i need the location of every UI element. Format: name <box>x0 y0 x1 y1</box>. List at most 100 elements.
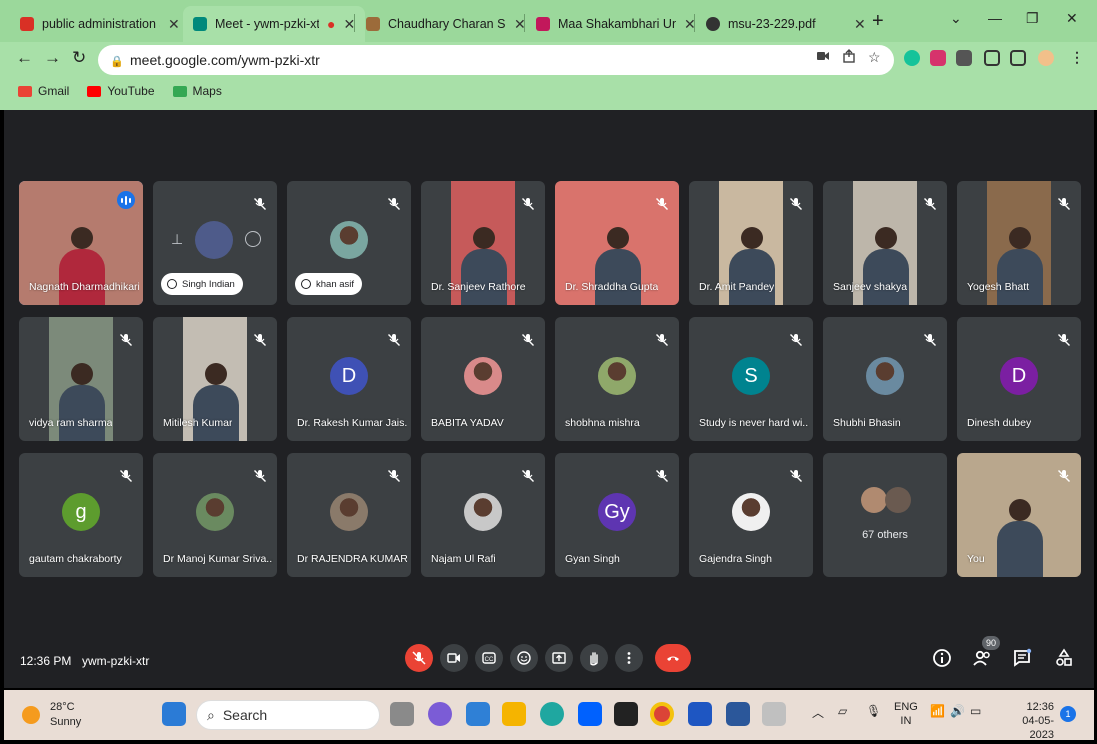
chat-icon[interactable] <box>1012 648 1032 668</box>
participant-tile-najam-ul-rafi[interactable]: Najam Ul Rafi <box>421 453 545 577</box>
sidepanel-icon[interactable] <box>1010 50 1026 66</box>
gmail-icon <box>18 85 32 97</box>
participant-tile-study-is-never-hard-wi[interactable]: S Study is never hard wi... <box>689 317 813 441</box>
wifi-icon[interactable]: 📶 <box>930 704 945 718</box>
tab-label: Chaudhary Charan Singh <box>388 17 506 31</box>
app-icon[interactable] <box>614 702 638 726</box>
file-explorer-icon[interactable] <box>502 702 526 726</box>
activities-icon[interactable] <box>1054 648 1074 668</box>
participant-tile-dr-amit-pandey[interactable]: Dr. Amit Pandey <box>689 181 813 305</box>
captions-button[interactable]: CC <box>475 644 503 672</box>
mic-off-icon[interactable] <box>195 221 233 259</box>
more-options-button[interactable] <box>615 644 643 672</box>
volume-icon[interactable]: 🔊 <box>950 704 965 718</box>
task-view-icon[interactable] <box>390 702 414 726</box>
mail-icon[interactable] <box>466 702 490 726</box>
participant-tile-dr-sanjeev-rathore[interactable]: Dr. Sanjeev Rathore <box>421 181 545 305</box>
people-icon[interactable] <box>972 648 992 668</box>
participant-tile-vidya-ram-sharma[interactable]: vidya ram sharma <box>19 317 143 441</box>
network-off-icon[interactable]: ▱ <box>838 704 847 718</box>
tab-pdf[interactable]: msu-23-229.pdf ✕ <box>696 6 876 42</box>
minimize-button[interactable]: — <box>988 10 1002 26</box>
participant-tile-dr-rakesh-kumar-jais[interactable]: D Dr. Rakesh Kumar Jais... <box>287 317 411 441</box>
bookmark-gmail[interactable]: Gmail <box>18 84 69 98</box>
microphone-icon[interactable]: 🎙 <box>866 704 881 718</box>
language-indicator[interactable]: ENG IN <box>894 700 918 728</box>
puzzle-icon[interactable] <box>956 50 972 66</box>
info-icon[interactable] <box>932 648 952 668</box>
participant-tile-khan-asif[interactable]: khan asif <box>287 181 411 305</box>
tab-public-administration[interactable]: public administration as a ✕ <box>10 6 190 42</box>
close-icon[interactable]: ✕ <box>168 16 180 33</box>
snipping-tool-icon[interactable] <box>762 702 786 726</box>
participant-tile-gajendra-singh[interactable]: Gajendra Singh <box>689 453 813 577</box>
tab-search-icon[interactable]: ⌄ <box>950 10 962 27</box>
present-button[interactable] <box>545 644 573 672</box>
leave-call-button[interactable] <box>655 644 691 672</box>
bookmark-youtube[interactable]: YouTube <box>87 84 155 98</box>
app-w-icon[interactable] <box>688 702 712 726</box>
close-icon[interactable]: ✕ <box>854 16 866 33</box>
bookmark-maps[interactable]: Maps <box>172 84 222 98</box>
reload-icon[interactable]: ↻ <box>72 48 86 68</box>
weather-widget[interactable]: 28°C Sunny <box>22 700 81 730</box>
participant-tile-dr-manoj-kumar-sriva[interactable]: Dr Manoj Kumar Sriva... <box>153 453 277 577</box>
participant-tile-dinesh-dubey[interactable]: D Dinesh dubey <box>957 317 1081 441</box>
close-window-button[interactable]: ✕ <box>1066 10 1078 27</box>
emoji-button[interactable] <box>510 644 538 672</box>
participant-tile-yogesh-bhatt[interactable]: Yogesh Bhatt <box>957 181 1081 305</box>
university-icon <box>366 17 380 31</box>
muted-icon <box>655 333 669 347</box>
mic-off-button[interactable] <box>405 644 433 672</box>
tab-chaudhary-charan-singh[interactable]: Chaudhary Charan Singh ✕ <box>356 6 536 42</box>
muted-icon <box>521 197 535 211</box>
remove-icon[interactable] <box>245 231 261 247</box>
participant-tile-sanjeev-shakya[interactable]: Sanjeev shakya <box>823 181 947 305</box>
notification-badge[interactable]: 1 <box>1060 706 1076 722</box>
participant-tile-gyan-singh[interactable]: Gy Gyan Singh <box>555 453 679 577</box>
grammarly-icon[interactable] <box>904 50 920 66</box>
participant-tile-shubhi-bhasin[interactable]: Shubhi Bhasin <box>823 317 947 441</box>
forward-icon[interactable]: → <box>44 48 61 68</box>
menu-icon[interactable]: ⋮ <box>1070 49 1084 66</box>
participant-tile-you[interactable]: You <box>957 453 1081 577</box>
participant-tile-gautam-chakraborty[interactable]: g gautam chakraborty <box>19 453 143 577</box>
extension-icon[interactable] <box>930 50 946 66</box>
tab-maa-shakambhari[interactable]: Maa Shakambhari Univer ✕ <box>526 6 706 42</box>
address-bar[interactable]: 🔒 meet.google.com/ywm-pzki-xtr <box>98 45 894 75</box>
participant-tile-dr-shraddha-gupta[interactable]: Dr. Shraddha Gupta <box>555 181 679 305</box>
muted-icon <box>253 333 267 347</box>
windows-start-icon[interactable] <box>162 702 186 726</box>
participant-tile-singh-indian[interactable]: ⊥ Singh Indian <box>153 181 277 305</box>
participant-tile-dr-rajendra-kumar[interactable]: Dr RAJENDRA KUMAR <box>287 453 411 577</box>
participant-tile-67-others[interactable]: 67 others <box>823 453 947 577</box>
share-icon[interactable] <box>842 49 856 63</box>
camera-icon[interactable] <box>816 49 830 63</box>
restore-button[interactable]: ❐ <box>1026 10 1039 27</box>
person-silhouette <box>875 227 897 249</box>
raise-hand-button[interactable] <box>580 644 608 672</box>
download-icon[interactable] <box>984 50 1000 66</box>
profile-avatar[interactable] <box>1038 50 1054 66</box>
chrome-icon[interactable] <box>650 702 674 726</box>
participant-tile-babita-yadav[interactable]: BABITA YADAV <box>421 317 545 441</box>
word-icon[interactable] <box>726 702 750 726</box>
bookmark-star-icon[interactable]: ☆ <box>868 49 881 66</box>
sun-icon <box>22 706 40 724</box>
edge-icon[interactable] <box>540 702 564 726</box>
participant-tile-shobhna-mishra[interactable]: shobhna mishra <box>555 317 679 441</box>
back-icon[interactable]: ← <box>16 48 33 68</box>
dropbox-icon[interactable] <box>578 702 602 726</box>
battery-icon[interactable]: ▭ <box>970 704 981 718</box>
tab-label: Meet - ywm-pzki-xtr <box>215 17 319 31</box>
tab-meet[interactable]: Meet - ywm-pzki-xtr ● ✕ <box>183 6 366 42</box>
taskbar-search[interactable]: ⌕ Search <box>196 700 380 730</box>
pin-icon[interactable]: ⊥ <box>171 231 183 248</box>
system-clock[interactable]: 12:36 04-05-2023 <box>998 700 1054 742</box>
participant-tile-mitilesh-kumar[interactable]: Mitilesh Kumar <box>153 317 277 441</box>
teams-chat-icon[interactable] <box>428 702 452 726</box>
camera-button[interactable] <box>440 644 468 672</box>
participant-tile-nagnath-dharmadhikari[interactable]: Nagnath Dharmadhikari <box>19 181 143 305</box>
show-hidden-icons[interactable]: ︿ <box>812 704 824 721</box>
new-tab-button[interactable]: + <box>872 10 884 33</box>
